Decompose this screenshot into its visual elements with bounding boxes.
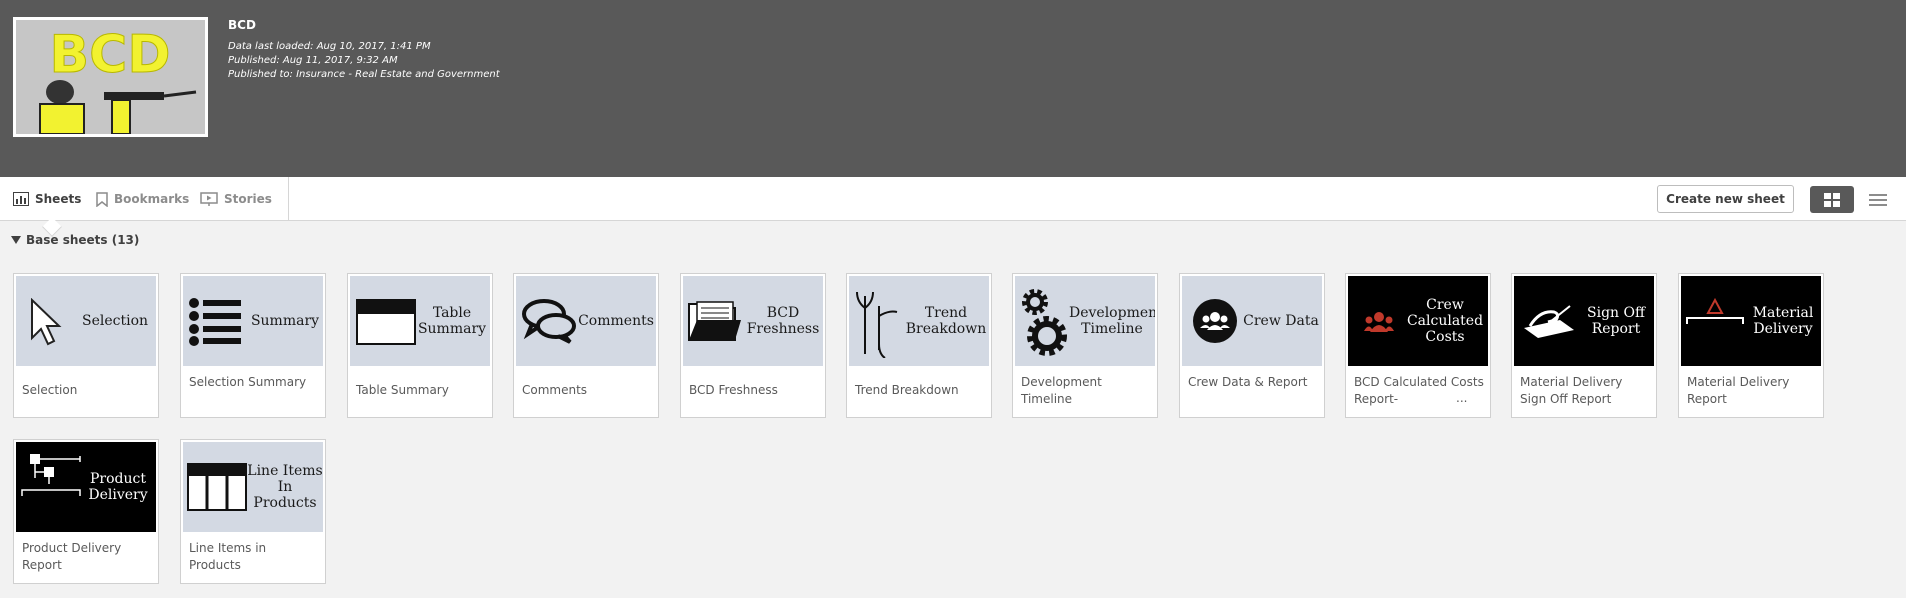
list-icon bbox=[1869, 193, 1887, 206]
list-icon bbox=[189, 298, 241, 346]
app-info: BCD Data last loaded: Aug 10, 2017, 1:41… bbox=[228, 18, 500, 82]
sheet-label: Trend Breakdown bbox=[855, 383, 959, 397]
sheet-card-crew-calculated-costs[interactable]: Crew Calculated Costs BCD Calculated Cos… bbox=[1345, 273, 1491, 418]
gears-icon bbox=[1022, 289, 1067, 356]
people-red-icon bbox=[1364, 312, 1394, 332]
sheet-thumbnail: Table Summary bbox=[350, 276, 490, 366]
asset-tabbar: Sheets Bookmarks Stories bbox=[0, 177, 1906, 237]
sheet-card-material-delivery[interactable]: Material Delivery Material Delivery Repo… bbox=[1678, 273, 1824, 418]
app-meta-published-to: Published to: Insurance - Real Estate an… bbox=[228, 69, 500, 80]
sheet-card-table-summary[interactable]: Table Summary Table Summary bbox=[347, 273, 493, 418]
hierarchy-icon bbox=[21, 454, 81, 496]
speech-bubbles-icon bbox=[522, 299, 576, 344]
sheet-thumbnail: Material Delivery bbox=[1681, 276, 1821, 366]
grid-view-button[interactable] bbox=[1810, 186, 1854, 213]
sheet-card-trend-breakdown[interactable]: Trend Breakdown Trend Breakdown bbox=[846, 273, 992, 418]
sheet-thumb-title: Table Summary bbox=[417, 305, 487, 337]
sheet-thumb-title: Material Delivery bbox=[1752, 305, 1814, 337]
sheet-thumbnail: Comments bbox=[516, 276, 656, 366]
sheet-card-development-timeline[interactable]: Development Timeline Development Timelin… bbox=[1012, 273, 1158, 418]
create-new-sheet-button[interactable]: Create new sheet bbox=[1657, 185, 1794, 213]
tab-sheets[interactable]: Sheets bbox=[13, 177, 81, 221]
sheet-label: Development Timeline bbox=[1021, 375, 1102, 406]
signing-hand-icon bbox=[1524, 305, 1574, 338]
sheet-label: Material Delivery Report bbox=[1687, 375, 1790, 406]
sheet-thumb-title: Comments bbox=[578, 313, 654, 329]
tab-stories[interactable]: Stories bbox=[200, 177, 272, 221]
sheet-label: Line Items in Products bbox=[189, 541, 267, 572]
tab-stories-label: Stories bbox=[224, 192, 272, 206]
sheet-card-bcd-freshness[interactable]: BCD Freshness BCD Freshness bbox=[680, 273, 826, 418]
sheet-thumbnail: Sign Off Report bbox=[1514, 276, 1654, 366]
sheet-label: Selection bbox=[22, 383, 78, 397]
sheet-label: BCD Freshness bbox=[689, 383, 778, 397]
sheet-thumb-title: Selection bbox=[81, 313, 149, 329]
sheet-card-selection[interactable]: Selection Selection bbox=[13, 273, 159, 418]
sheet-thumb-title: Crew Data bbox=[1243, 313, 1319, 329]
sheet-thumbnail: Crew Calculated Costs bbox=[1348, 276, 1488, 366]
sheet-card-sign-off-report[interactable]: Sign Off Report Material Delivery Sign O… bbox=[1511, 273, 1657, 418]
sheet-thumb-title: Trend Breakdown bbox=[905, 305, 987, 337]
people-icon bbox=[1193, 299, 1237, 343]
sheet-label: Product Delivery Report bbox=[22, 541, 122, 572]
sheet-thumbnail: Line Items In Products bbox=[183, 442, 323, 532]
sheet-thumbnail: Development Timeline bbox=[1015, 276, 1155, 366]
sheet-thumb-title: Line Items In Products bbox=[247, 463, 323, 511]
sheet-card-comments[interactable]: Comments Comments bbox=[513, 273, 659, 418]
tab-bookmarks[interactable]: Bookmarks bbox=[96, 177, 189, 221]
sheet-card-selection-summary[interactable]: Summary Selection Summary bbox=[180, 273, 326, 418]
presentation-icon bbox=[200, 191, 218, 206]
tab-divider bbox=[288, 177, 289, 221]
sheet-card-line-items-in-products[interactable]: Line Items In Products Line Items in Pro… bbox=[180, 439, 326, 584]
sheet-thumbnail: Crew Data bbox=[1182, 276, 1322, 366]
list-view-button[interactable] bbox=[1866, 186, 1890, 213]
base-sheets-toggle[interactable]: Base sheets (13) bbox=[11, 233, 139, 247]
sheet-label: Comments bbox=[522, 383, 588, 397]
sheet-thumbnail: BCD Freshness bbox=[683, 276, 823, 366]
table-icon bbox=[356, 299, 416, 345]
cursor-icon bbox=[31, 298, 62, 346]
tab-bookmarks-label: Bookmarks bbox=[114, 192, 190, 206]
delta-icon bbox=[1686, 297, 1744, 324]
sheet-thumb-title: Summary bbox=[250, 313, 320, 329]
collapse-triangle-icon bbox=[11, 236, 21, 244]
app-thumbnail-text: BCD bbox=[50, 25, 171, 85]
sheet-thumb-title: Crew Calculated Costs bbox=[1406, 297, 1484, 345]
sheet-label: Table Summary bbox=[356, 383, 449, 397]
base-sheets-label: Base sheets (13) bbox=[26, 233, 140, 247]
sheet-thumbnail: Product Delivery bbox=[16, 442, 156, 532]
bookmark-icon bbox=[96, 191, 108, 207]
columns-table-icon bbox=[187, 463, 247, 511]
sheet-card-crew-data[interactable]: Crew Data Crew Data & Report bbox=[1179, 273, 1325, 418]
sheet-thumbnail: Selection bbox=[16, 276, 156, 366]
label-ellipsis: ... bbox=[1456, 391, 1468, 405]
sheet-card-product-delivery[interactable]: Product Delivery Product Delivery Report bbox=[13, 439, 159, 584]
app-thumbnail: BCD bbox=[13, 17, 208, 137]
sheet-thumb-title: BCD Freshness bbox=[746, 305, 820, 337]
app-meta-loaded: Data last loaded: Aug 10, 2017, 1:41 PM bbox=[228, 41, 431, 52]
sheet-thumb-title: Sign Off Report bbox=[1587, 305, 1645, 337]
sheet-thumbnail: Summary bbox=[183, 276, 323, 366]
sheet-thumb-title: Development Timeline bbox=[1069, 305, 1155, 337]
sheet-label: Selection Summary bbox=[189, 375, 307, 389]
app-title: BCD bbox=[228, 18, 256, 32]
app-header: BCD BCD Data last loaded: Aug 10, 2017, … bbox=[0, 0, 1906, 177]
folder-icon bbox=[688, 301, 741, 341]
sheet-thumb-title: Product Delivery bbox=[88, 471, 148, 503]
tab-sheets-label: Sheets bbox=[35, 192, 82, 206]
sheet-label: Material Delivery Sign Off Report bbox=[1520, 375, 1623, 406]
app-meta-published: Published: Aug 11, 2017, 9:32 AM bbox=[228, 55, 398, 66]
chart-icon bbox=[13, 192, 29, 206]
branch-icon bbox=[856, 291, 898, 358]
sheet-thumbnail: Trend Breakdown bbox=[849, 276, 989, 366]
sheet-label: Crew Data & Report bbox=[1188, 375, 1308, 389]
grid-icon bbox=[1824, 192, 1840, 207]
